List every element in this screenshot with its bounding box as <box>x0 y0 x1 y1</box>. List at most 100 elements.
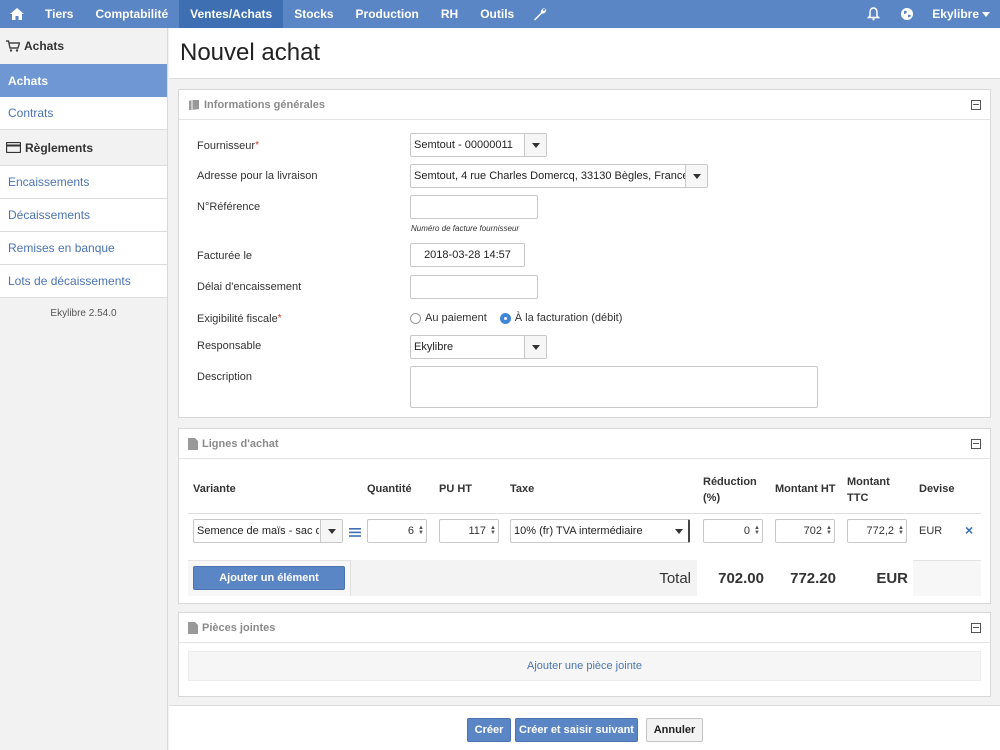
collapse-icon[interactable] <box>971 438 981 449</box>
description-textarea[interactable] <box>410 366 818 408</box>
form-actions: Créer Créer et saisir suivant Annuler <box>169 705 1000 750</box>
amount-ttc-input[interactable]: 772,2 ▲ ▼ <box>847 519 907 543</box>
sidebar-item-encaissements[interactable]: Encaissements <box>0 166 167 199</box>
col-devise: Devise <box>919 483 955 495</box>
col-pu-ht: PU HT <box>439 483 472 495</box>
dropdown-button[interactable] <box>524 134 546 156</box>
tax-exigibility-group: Au paiement À la facturation (débit) <box>410 312 622 324</box>
user-menu[interactable]: Ekylibre <box>924 7 1000 21</box>
sidebar-item-remises-en-banque[interactable]: Remises en banque <box>0 232 167 265</box>
supplier-select[interactable]: Semtout - 00000011 <box>410 133 547 157</box>
attachments-panel: Pièces jointes Ajouter une pièce jointe <box>178 612 991 697</box>
sidebar-section-label: Règlements <box>25 140 94 155</box>
stepper-icon[interactable]: ▲ ▼ <box>754 525 760 536</box>
reduction-input[interactable]: 0 ▲ ▼ <box>703 519 763 543</box>
sidebar-item-contrats[interactable]: Contrats <box>0 97 167 130</box>
radio-icon <box>410 312 421 324</box>
quantity-input[interactable]: 6 ▲ ▼ <box>367 519 427 543</box>
sidebar-item-lots-de-decaissements[interactable]: Lots de décaissements <box>0 265 167 298</box>
total-ttc: 772.20 <box>769 560 841 596</box>
main-content: Nouvel achat Informations générales Four… <box>169 28 1000 750</box>
chevron-down-icon <box>982 11 990 17</box>
stepper-icon[interactable]: ▲ ▼ <box>826 525 832 536</box>
page-title: Nouvel achat <box>180 39 321 66</box>
panel-title: Pièces jointes <box>202 621 276 634</box>
add-attachment-link[interactable]: Ajouter une pièce jointe <box>527 660 642 672</box>
nav-production[interactable]: Production <box>345 0 430 28</box>
book-icon <box>189 99 199 110</box>
nav-ventes-achats[interactable]: Ventes/Achats <box>179 0 284 28</box>
document-icon <box>188 437 198 450</box>
bell-icon[interactable] <box>856 7 890 21</box>
sidebar-item-decaissements[interactable]: Décaissements <box>0 199 167 232</box>
address-value: Semtout, 4 rue Charles Domercq, 33130 Bè… <box>414 170 689 182</box>
total-currency: EUR <box>841 560 913 596</box>
home-icon[interactable] <box>0 0 34 28</box>
stepper-icon[interactable]: ▲ ▼ <box>898 525 904 536</box>
variant-select[interactable]: Semence de maïs - sac de 5 <box>193 519 343 543</box>
responsible-select[interactable]: Ekylibre <box>410 335 547 359</box>
responsible-value: Ekylibre <box>414 341 454 353</box>
header-divider <box>188 513 981 514</box>
user-name: Ekylibre <box>932 7 979 21</box>
radio-checked-icon <box>499 312 511 324</box>
nav-comptabilite[interactable]: Comptabilité <box>84 0 179 28</box>
add-line-button[interactable]: Ajouter un élément <box>193 566 345 590</box>
delete-line-icon[interactable]: × <box>965 522 973 538</box>
create-button[interactable]: Créer <box>467 718 511 742</box>
amount-ht-value: 702 <box>803 525 822 537</box>
reference-input[interactable] <box>410 195 538 219</box>
col-montant-ht: Montant HT <box>775 483 836 495</box>
nav-stocks[interactable]: Stocks <box>283 0 344 28</box>
dropdown-button[interactable] <box>524 336 546 358</box>
delay-label: Délai d'encaissement <box>197 281 302 293</box>
invoiced-label: Facturée le <box>197 250 253 262</box>
page-header: Nouvel achat <box>169 28 1000 79</box>
nav-tiers[interactable]: Tiers <box>34 0 84 28</box>
globe-icon[interactable] <box>890 7 924 21</box>
tax-value: 10% (fr) TVA intermédiaire <box>514 525 643 537</box>
col-montant-ttc: Montant TTC <box>847 476 890 504</box>
unit-price-input[interactable]: 117 ▲ ▼ <box>439 519 499 543</box>
amount-ht-input[interactable]: 702 ▲ ▼ <box>775 519 835 543</box>
chevron-down-icon <box>327 528 336 534</box>
total-label: Total <box>350 560 697 596</box>
radio-label: À la facturation (débit) <box>514 312 623 324</box>
sidebar-section-achats: Achats <box>0 28 167 64</box>
collapse-icon[interactable] <box>971 622 981 633</box>
attachment-dropzone[interactable]: Ajouter une pièce jointe <box>188 651 981 681</box>
dropdown-button[interactable] <box>685 165 707 187</box>
create-and-next-button[interactable]: Créer et saisir suivant <box>515 718 638 742</box>
amount-ttc-value: 772,2 <box>866 525 894 537</box>
chevron-down-icon <box>692 173 701 179</box>
credit-card-icon <box>6 142 21 153</box>
supplier-value: Semtout - 00000011 <box>414 139 513 151</box>
col-taxe: Taxe <box>510 483 535 495</box>
address-select[interactable]: Semtout, 4 rue Charles Domercq, 33130 Bè… <box>410 164 708 188</box>
delay-input[interactable] <box>410 275 538 299</box>
nav-rh[interactable]: RH <box>430 0 469 28</box>
wrench-icon[interactable] <box>525 0 555 28</box>
tax-select[interactable]: 10% (fr) TVA intermédiaire <box>510 519 690 543</box>
reference-hint: Numéro de facture fournisseur <box>411 224 520 233</box>
invoiced-date-value: 2018-03-28 14:57 <box>424 249 511 261</box>
dropdown-button[interactable] <box>320 520 342 542</box>
stepper-icon[interactable]: ▲ ▼ <box>418 525 424 536</box>
chevron-down-icon <box>531 142 540 148</box>
list-icon[interactable] <box>349 526 361 540</box>
cancel-button[interactable]: Annuler <box>646 718 703 742</box>
variant-value: Semence de maïs - sac de 5 <box>197 525 319 537</box>
sidebar-section-label: Achats <box>24 39 65 53</box>
supplier-label: Fournisseur* <box>197 140 259 152</box>
stepper-icon[interactable]: ▲ ▼ <box>490 525 496 536</box>
app-version: Ekylibre 2.54.0 <box>50 308 117 319</box>
responsible-label: Responsable <box>197 340 262 352</box>
collapse-icon[interactable] <box>971 99 981 110</box>
invoiced-date-input[interactable]: 2018-03-28 14:57 <box>410 243 525 267</box>
document-icon <box>188 621 198 634</box>
chevron-down-icon <box>675 529 683 534</box>
nav-outils[interactable]: Outils <box>469 0 525 28</box>
radio-au-paiement[interactable]: Au paiement <box>410 312 487 324</box>
radio-a-la-facturation[interactable]: À la facturation (débit) <box>499 312 623 324</box>
sidebar-item-achats[interactable]: Achats <box>0 64 167 97</box>
